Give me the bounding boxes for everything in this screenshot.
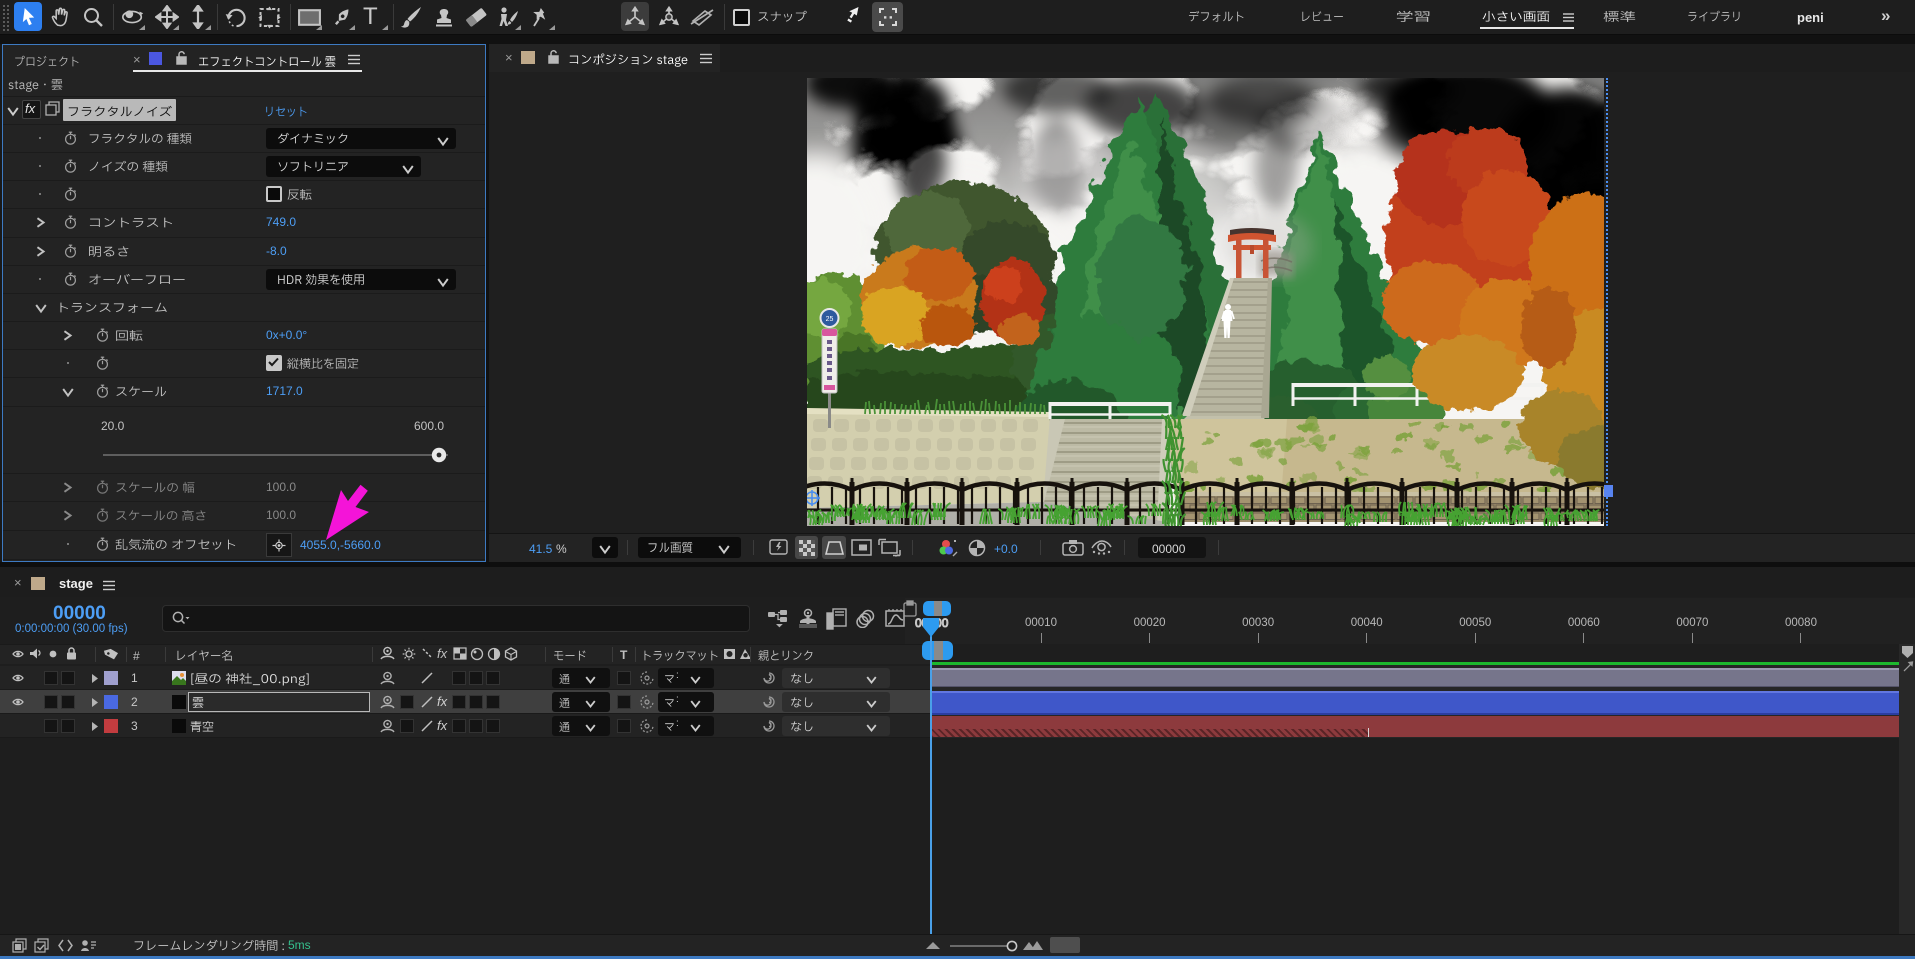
svg-text:25: 25 (826, 316, 834, 323)
